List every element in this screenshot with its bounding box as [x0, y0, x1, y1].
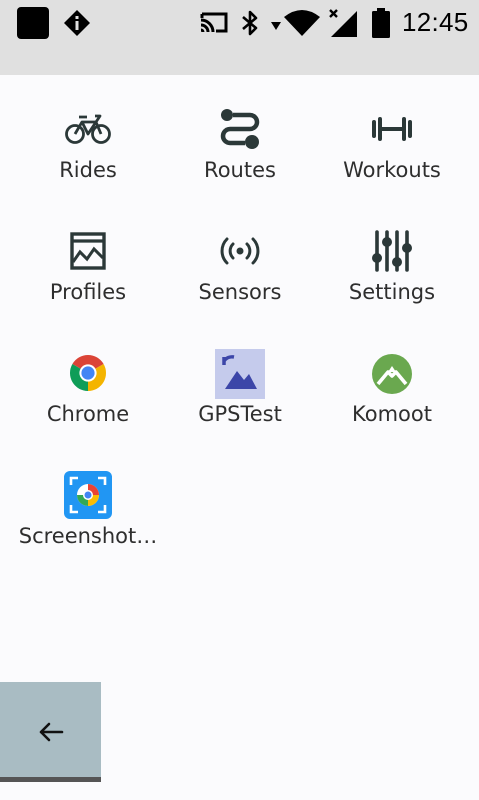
app-label: Profiles [49, 280, 127, 304]
signal-icon [329, 9, 357, 37]
app-square-icon [17, 7, 49, 39]
app-label: Komoot [352, 402, 432, 426]
dumbbell-icon [372, 117, 412, 141]
alert-diamond-icon [64, 10, 90, 36]
komoot-icon [372, 354, 412, 394]
app-label: GPSTest [198, 402, 282, 426]
status-time: 12:45 [402, 7, 469, 37]
battery-icon [372, 8, 390, 38]
sliders-icon [372, 230, 412, 272]
wifi-icon [284, 10, 320, 36]
screenshot-app-icon [64, 471, 112, 519]
profile-card-icon [70, 232, 106, 270]
chrome-icon [69, 355, 107, 391]
back-arrow-icon [39, 722, 64, 742]
app-label: Routes [204, 158, 276, 182]
app-label: Chrome [46, 402, 130, 426]
app-label: Settings [348, 280, 436, 304]
sensor-signal-icon [220, 237, 260, 265]
bike-icon [65, 114, 111, 144]
app-label: Screenshot… [18, 524, 158, 548]
back-button[interactable] [0, 682, 101, 782]
gpstest-icon [215, 349, 265, 399]
status-bar: 12:45 [0, 0, 479, 75]
data-arrow-icon [271, 22, 281, 30]
bluetooth-icon [242, 10, 258, 36]
cast-icon [200, 12, 228, 33]
route-icon [220, 109, 260, 149]
app-label: Workouts [343, 158, 441, 182]
app-label: Rides [59, 158, 117, 182]
app-label: Sensors [198, 280, 282, 304]
